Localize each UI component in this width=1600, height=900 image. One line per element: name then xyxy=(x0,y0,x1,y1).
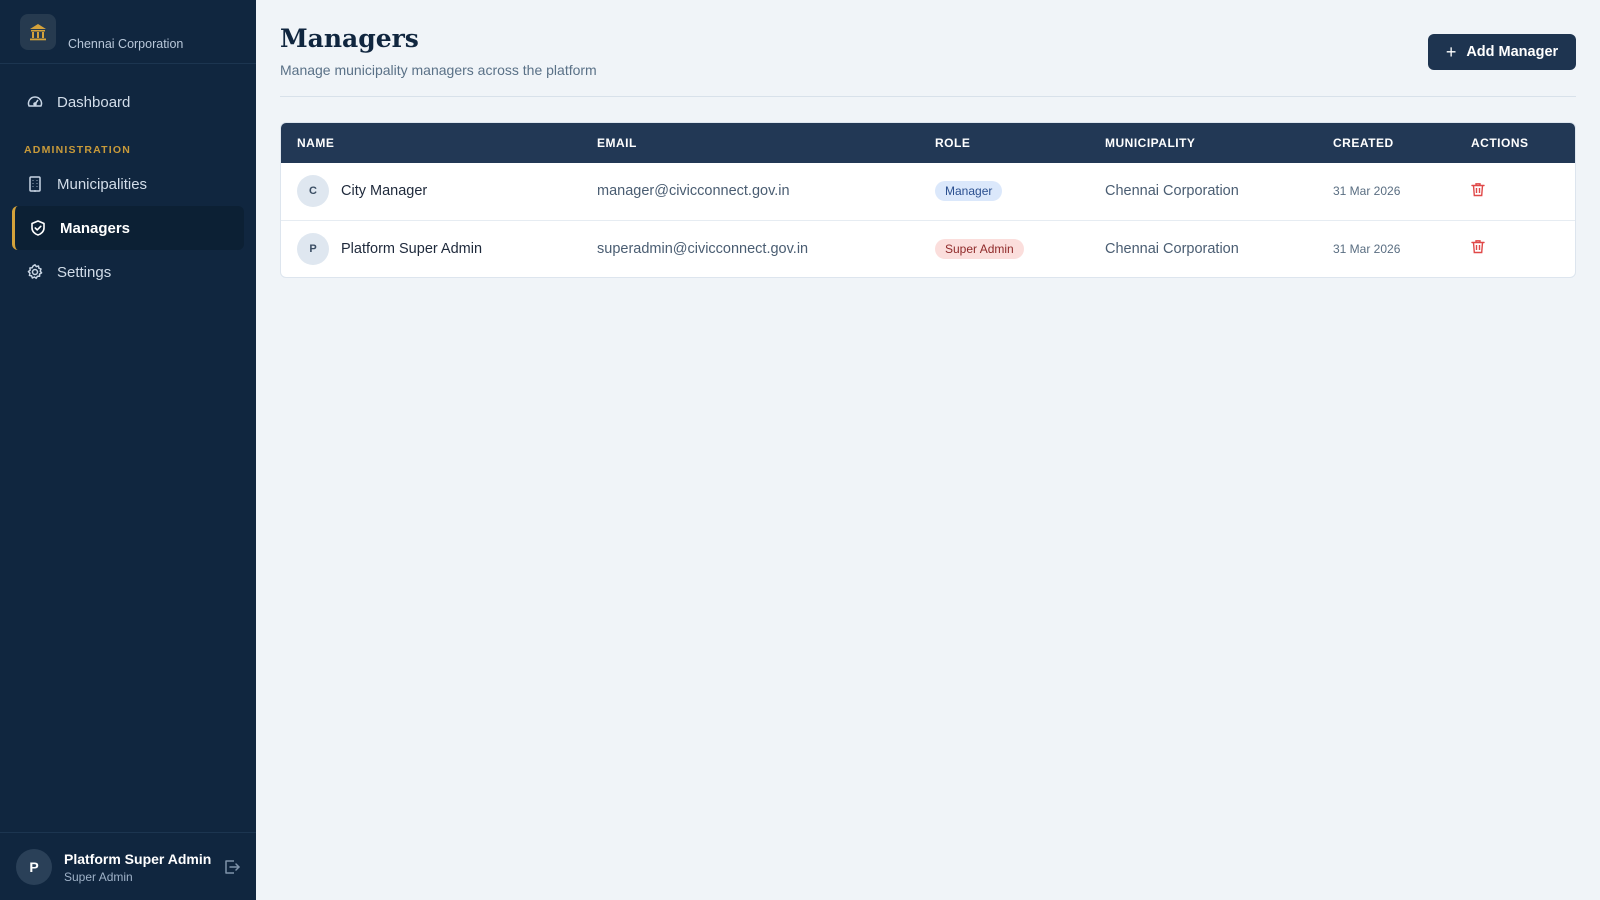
manager-name: City Manager xyxy=(341,183,428,200)
column-header-email[interactable]: EMAIL xyxy=(581,123,919,163)
user-name: Platform Super Admin xyxy=(64,851,212,867)
manager-name: Platform Super Admin xyxy=(341,240,483,257)
sidebar-item-dashboard[interactable]: Dashboard xyxy=(12,80,244,124)
sidebar: Chennai Corporation Dashboard ADMINISTRA… xyxy=(0,0,256,900)
logout-icon[interactable] xyxy=(222,857,242,877)
brand-name: Chennai Corporation xyxy=(68,37,184,51)
nav-section-administration: ADMINISTRATION xyxy=(24,144,132,156)
avatar: C xyxy=(297,175,329,208)
sidebar-nav: Dashboard ADMINISTRATION Municipalities xyxy=(0,80,256,294)
bank-icon[interactable] xyxy=(20,14,56,50)
sidebar-item-managers[interactable]: Managers xyxy=(12,206,244,250)
user-profile: P Platform Super Admin Super Admin xyxy=(0,832,256,900)
add-manager-label: Add Manager xyxy=(1466,44,1559,60)
table-row[interactable]: C City Manager manager@civicconnect.gov.… xyxy=(281,163,1575,220)
column-header-actions: ACTIONS xyxy=(1471,136,1529,150)
created-date: 31 Mar 2026 xyxy=(1333,184,1401,199)
plus-icon: + xyxy=(1445,42,1457,62)
column-header-role[interactable]: ROLE xyxy=(919,123,1089,163)
avatar: P xyxy=(16,849,52,885)
building-icon xyxy=(25,174,45,194)
role-badge: Super Admin xyxy=(935,238,1024,259)
gear-icon xyxy=(25,262,45,282)
user-role: Super Admin xyxy=(64,870,133,884)
manager-municipality: Chennai Corporation xyxy=(1105,240,1239,257)
manager-email: superadmin@civicconnect.gov.in xyxy=(597,240,809,257)
sidebar-item-settings[interactable]: Settings xyxy=(12,250,244,294)
sidebar-item-label: Municipalities xyxy=(57,175,148,193)
divider xyxy=(280,96,1576,97)
sidebar-item-label: Dashboard xyxy=(57,93,131,111)
role-badge: Manager xyxy=(935,181,1003,202)
table-row[interactable]: P Platform Super Admin superadmin@civicc… xyxy=(281,220,1575,277)
trash-icon[interactable] xyxy=(1471,239,1487,255)
page-subtitle: Manage municipality managers across the … xyxy=(280,62,597,78)
trash-icon[interactable] xyxy=(1471,182,1487,198)
speedometer-icon xyxy=(25,92,45,112)
sidebar-item-label: Settings xyxy=(57,263,112,281)
avatar: P xyxy=(297,232,329,265)
brand-header: Chennai Corporation xyxy=(0,0,256,64)
column-header-municipality[interactable]: MUNICIPALITY xyxy=(1089,123,1317,163)
sidebar-item-label: Managers xyxy=(60,219,131,237)
main-content: Managers Manage municipality managers ac… xyxy=(256,0,1600,900)
manager-municipality: Chennai Corporation xyxy=(1105,183,1239,200)
page-title: Managers xyxy=(280,24,419,53)
column-header-created[interactable]: CREATED xyxy=(1317,123,1455,163)
sidebar-item-municipalities[interactable]: Municipalities xyxy=(12,162,244,206)
column-header-name[interactable]: NAME xyxy=(281,123,581,163)
created-date: 31 Mar 2026 xyxy=(1333,241,1401,256)
table-header-row: NAME EMAIL ROLE MUNICIPALITY CREATED ACT… xyxy=(281,123,1575,163)
manager-email: manager@civicconnect.gov.in xyxy=(597,183,790,200)
add-manager-button[interactable]: + Add Manager xyxy=(1428,34,1576,70)
managers-table: NAME EMAIL ROLE MUNICIPALITY CREATED ACT… xyxy=(280,122,1576,278)
shield-icon xyxy=(28,218,48,238)
